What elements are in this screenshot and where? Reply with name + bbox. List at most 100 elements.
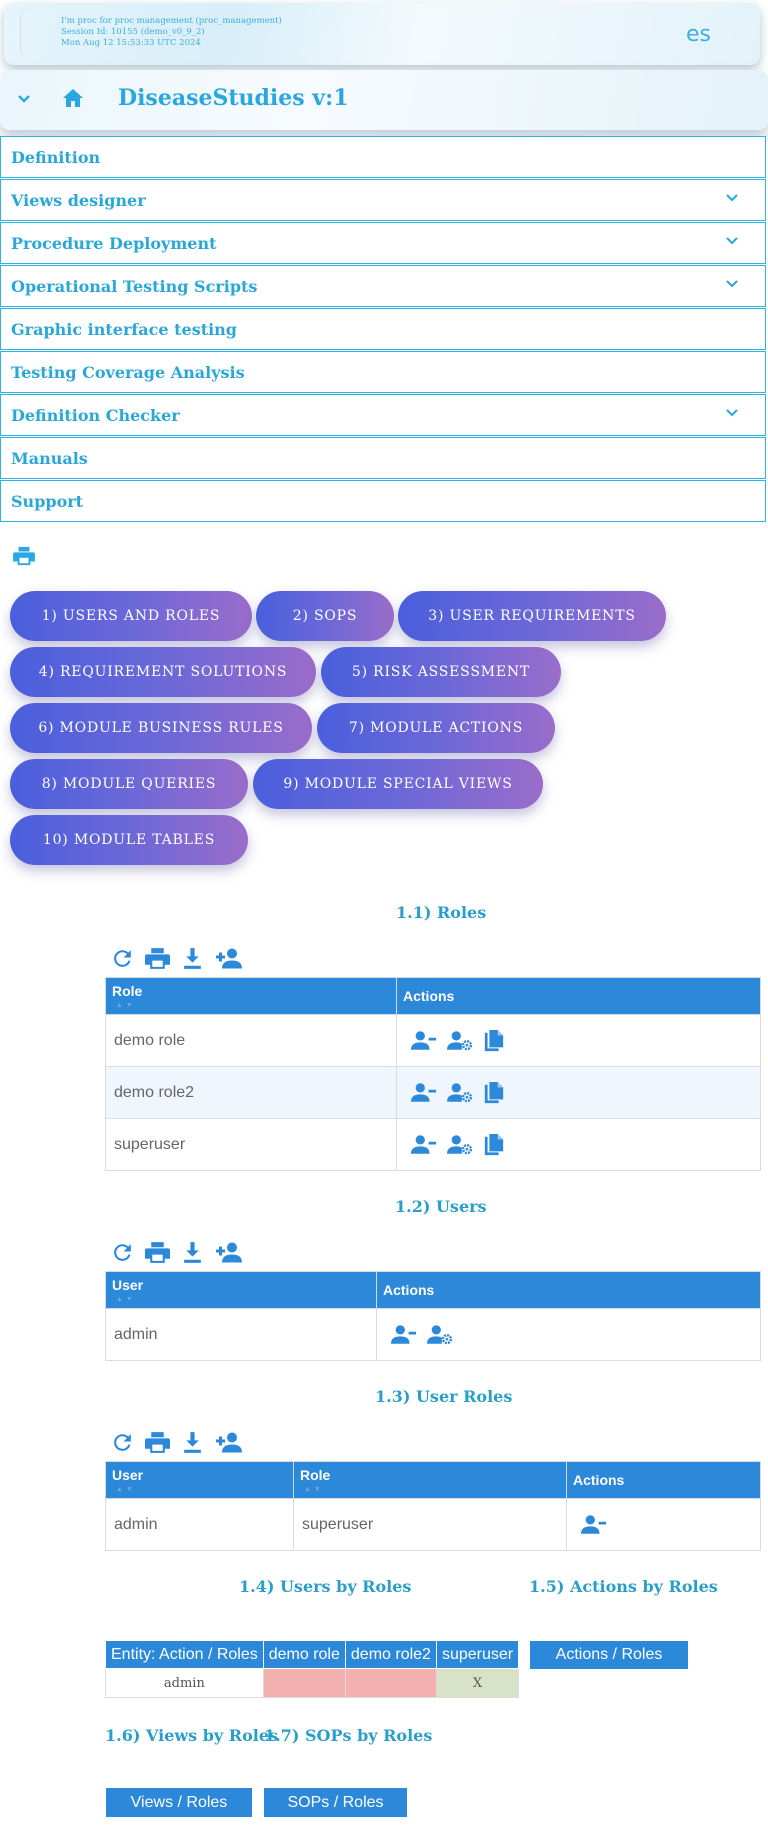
download-icon[interactable] bbox=[180, 1240, 205, 1265]
user-column-header[interactable]: User ▲▼ bbox=[105, 1271, 377, 1309]
role-header: demo role bbox=[262, 1640, 346, 1669]
menu-item-definition[interactable]: Definition bbox=[0, 136, 766, 178]
remove-user-role-icon[interactable] bbox=[581, 1514, 607, 1535]
download-icon[interactable] bbox=[180, 946, 205, 971]
menu-label: Definition bbox=[11, 148, 101, 167]
user-settings-icon[interactable] bbox=[447, 1134, 473, 1155]
refresh-icon[interactable] bbox=[110, 946, 135, 971]
menu-item-procedure-deployment[interactable]: Procedure Deployment bbox=[0, 222, 766, 264]
print-icon[interactable] bbox=[145, 946, 170, 971]
entity-cell: admin bbox=[105, 1668, 264, 1698]
tab-risk-assessment[interactable]: 5) RISK ASSESSMENT bbox=[321, 647, 561, 697]
user-settings-icon[interactable] bbox=[447, 1030, 473, 1051]
actions-column-header: Actions bbox=[376, 1271, 761, 1309]
tab-module-queries[interactable]: 8) MODULE QUERIES bbox=[10, 759, 248, 809]
actions-roles-button[interactable]: Actions / Roles bbox=[530, 1641, 688, 1669]
session-date: Mon Aug 12 15:53:33 UTC 2024 bbox=[61, 38, 201, 48]
menu-item-support[interactable]: Support bbox=[0, 480, 766, 522]
tab-users-and-roles[interactable]: 1) USERS AND ROLES bbox=[10, 591, 252, 641]
table-row[interactable]: admin superuser bbox=[105, 1498, 761, 1551]
role-cell: superuser bbox=[293, 1498, 567, 1551]
actions-by-roles-title: 1.5) Actions by Roles bbox=[529, 1577, 718, 1596]
session-info: I'm proc for proc management (proc_manag… bbox=[20, 8, 282, 58]
menu-item-definition-checker[interactable]: Definition Checker bbox=[0, 394, 766, 436]
print-icon[interactable] bbox=[13, 546, 35, 566]
users-by-roles-title: 1.4) Users by Roles bbox=[239, 1577, 412, 1596]
menu-item-operational-testing-scripts[interactable]: Operational Testing Scripts bbox=[0, 265, 766, 307]
entity-header: Entity: Action / Roles bbox=[105, 1640, 264, 1669]
collapse-chevron-icon[interactable] bbox=[16, 93, 32, 105]
menu-label: Definition Checker bbox=[11, 406, 180, 425]
sort-arrows-icon[interactable]: ▲▼ bbox=[116, 1486, 136, 1493]
copy-icon[interactable] bbox=[483, 1029, 505, 1053]
menu-item-testing-coverage-analysis[interactable]: Testing Coverage Analysis bbox=[0, 351, 766, 393]
users-section-title: 1.2) Users bbox=[395, 1197, 487, 1216]
menu-label: Procedure Deployment bbox=[11, 234, 217, 253]
home-icon[interactable] bbox=[62, 88, 84, 108]
user-roles-toolbar bbox=[110, 1430, 243, 1455]
add-user-icon[interactable] bbox=[215, 1240, 243, 1265]
role-column-header[interactable]: Role ▲▼ bbox=[293, 1461, 567, 1499]
actions-column-header: Actions bbox=[396, 977, 761, 1015]
tab-module-special-views[interactable]: 9) MODULE SPECIAL VIEWS bbox=[253, 759, 543, 809]
permission-cell-denied[interactable] bbox=[262, 1668, 346, 1698]
table-row[interactable]: demo role bbox=[105, 1014, 761, 1067]
table-row[interactable]: superuser bbox=[105, 1118, 761, 1171]
copy-icon[interactable] bbox=[483, 1133, 505, 1157]
menu-label: Manuals bbox=[11, 449, 88, 468]
add-role-icon[interactable] bbox=[215, 946, 243, 971]
tab-requirement-solutions[interactable]: 4) REQUIREMENT SOLUTIONS bbox=[10, 647, 316, 697]
users-table: User ▲▼ Actions admin bbox=[105, 1271, 761, 1361]
role-cell: superuser bbox=[105, 1118, 397, 1171]
chevron-down-icon bbox=[725, 408, 739, 418]
permission-cell-denied[interactable] bbox=[344, 1668, 437, 1698]
sort-arrows-icon[interactable]: ▲▼ bbox=[304, 1486, 324, 1493]
language-switch[interactable]: es bbox=[686, 22, 711, 47]
remove-user-icon[interactable] bbox=[411, 1134, 437, 1155]
add-user-role-icon[interactable] bbox=[215, 1430, 243, 1455]
tab-module-tables[interactable]: 10) MODULE TABLES bbox=[10, 815, 248, 865]
roles-section-title: 1.1) Roles bbox=[396, 903, 487, 922]
table-row: admin X bbox=[105, 1668, 520, 1698]
table-row[interactable]: admin bbox=[105, 1308, 761, 1361]
permission-cell-granted[interactable]: X bbox=[435, 1668, 520, 1698]
remove-user-icon[interactable] bbox=[411, 1030, 437, 1051]
user-cell: admin bbox=[105, 1498, 294, 1551]
copy-icon[interactable] bbox=[483, 1081, 505, 1105]
user-settings-icon[interactable] bbox=[427, 1324, 453, 1345]
tab-sops[interactable]: 2) SOPS bbox=[256, 591, 394, 641]
user-settings-icon[interactable] bbox=[447, 1082, 473, 1103]
menu-label: Views designer bbox=[11, 191, 146, 210]
title-bar bbox=[0, 70, 768, 130]
menu-item-views-designer[interactable]: Views designer bbox=[0, 179, 766, 221]
print-icon[interactable] bbox=[145, 1430, 170, 1455]
users-by-roles-table: Entity: Action / Roles demo role demo ro… bbox=[105, 1640, 520, 1698]
role-header: superuser bbox=[435, 1640, 520, 1669]
remove-user-icon[interactable] bbox=[391, 1324, 417, 1345]
role-header: demo role2 bbox=[344, 1640, 437, 1669]
tab-module-actions[interactable]: 7) MODULE ACTIONS bbox=[317, 703, 555, 753]
refresh-icon[interactable] bbox=[110, 1430, 135, 1455]
sort-arrows-icon[interactable]: ▲▼ bbox=[116, 1296, 136, 1303]
tab-user-requirements[interactable]: 3) USER REQUIREMENTS bbox=[398, 591, 666, 641]
app-title: DiseaseStudies v:1 bbox=[118, 85, 349, 111]
views-roles-button[interactable]: Views / Roles bbox=[106, 1788, 252, 1817]
roles-table: Role ▲▼ Actions demo role demo role2 supe… bbox=[105, 977, 761, 1171]
tab-module-business-rules[interactable]: 6) MODULE BUSINESS RULES bbox=[10, 703, 312, 753]
chevron-down-icon bbox=[725, 279, 739, 289]
print-icon[interactable] bbox=[145, 1240, 170, 1265]
menu-item-manuals[interactable]: Manuals bbox=[0, 437, 766, 479]
menu-label: Testing Coverage Analysis bbox=[11, 363, 245, 382]
sops-roles-button[interactable]: SOPs / Roles bbox=[264, 1788, 407, 1817]
sops-by-roles-title: 1.7) SOPs by Roles bbox=[264, 1726, 433, 1745]
refresh-icon[interactable] bbox=[110, 1240, 135, 1265]
sort-arrows-icon[interactable]: ▲▼ bbox=[116, 1002, 136, 1009]
menu-item-graphic-interface-testing[interactable]: Graphic interface testing bbox=[0, 308, 766, 350]
user-column-header[interactable]: User ▲▼ bbox=[105, 1461, 294, 1499]
remove-user-icon[interactable] bbox=[411, 1082, 437, 1103]
download-icon[interactable] bbox=[180, 1430, 205, 1455]
chevron-down-icon bbox=[725, 236, 739, 246]
actions-column-header: Actions bbox=[566, 1461, 761, 1499]
role-column-header[interactable]: Role ▲▼ bbox=[105, 977, 397, 1015]
table-row[interactable]: demo role2 bbox=[105, 1066, 761, 1119]
